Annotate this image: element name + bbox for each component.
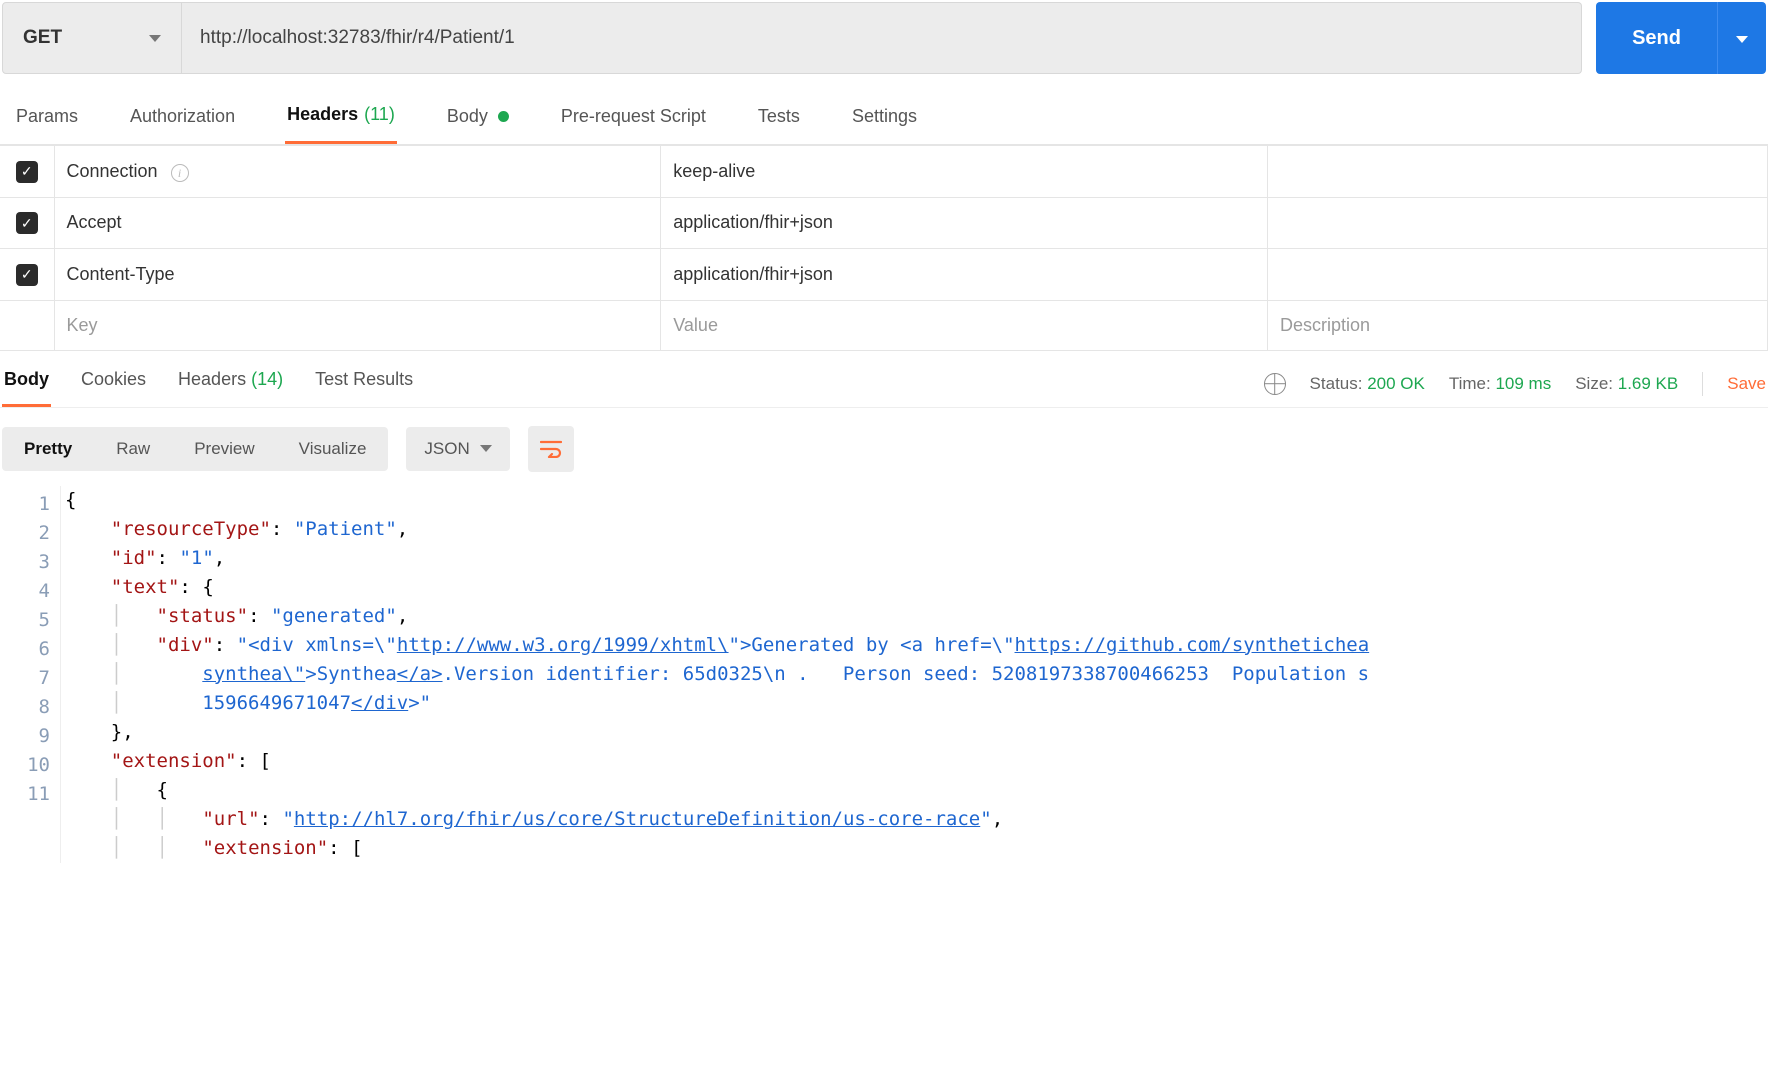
tab-headers-label: Headers [287, 104, 358, 125]
header-value: keep-alive [673, 161, 755, 181]
header-desc-cell[interactable] [1268, 249, 1768, 301]
tab-headers[interactable]: Headers (11) [285, 98, 397, 144]
response-body: 1234567891011 { "resourceType": "Patient… [0, 486, 1768, 863]
line-gutter: 1234567891011 [0, 486, 60, 863]
resp-tab-test-results[interactable]: Test Results [313, 361, 415, 407]
method-select[interactable]: GET [2, 2, 182, 74]
body-dirty-dot-icon [498, 111, 509, 122]
time-group: Time: 109 ms [1449, 374, 1551, 394]
resp-tab-headers-label: Headers [178, 369, 246, 389]
wrap-lines-button[interactable] [528, 426, 574, 472]
header-desc-cell[interactable] [1268, 197, 1768, 249]
wrap-icon [540, 440, 562, 458]
divider [1702, 372, 1703, 396]
view-visualize-button[interactable]: Visualize [277, 427, 389, 471]
globe-icon[interactable] [1264, 373, 1286, 395]
status-group: Status: 200 OK [1310, 374, 1425, 394]
resp-headers-count: (14) [251, 369, 283, 389]
tab-params[interactable]: Params [14, 98, 80, 144]
view-raw-button[interactable]: Raw [94, 427, 172, 471]
request-tabs: Params Authorization Headers (11) Body P… [0, 76, 1768, 145]
view-mode-row: Pretty Raw Preview Visualize JSON [0, 408, 1768, 486]
url-input-wrap [182, 2, 1582, 74]
format-select[interactable]: JSON [406, 427, 509, 471]
method-value: GET [23, 27, 62, 49]
size-group: Size: 1.69 KB [1575, 374, 1678, 394]
new-header-key-input[interactable] [67, 315, 649, 336]
header-value-cell[interactable]: keep-alive [661, 146, 1268, 198]
info-icon[interactable]: i [171, 164, 189, 182]
header-value-cell[interactable]: application/fhir+json [661, 249, 1268, 301]
new-header-value-input[interactable] [673, 315, 1255, 336]
code-content[interactable]: { "resourceType": "Patient", "id": "1", … [60, 486, 1768, 863]
view-pretty-button[interactable]: Pretty [2, 427, 94, 471]
size-value: 1.69 KB [1618, 374, 1679, 393]
headers-count: (11) [364, 104, 395, 125]
time-label: Time: [1449, 374, 1491, 393]
checkbox[interactable]: ✓ [16, 264, 38, 286]
header-key-cell[interactable]: Accept [54, 197, 661, 249]
chevron-down-icon [1736, 36, 1748, 43]
header-value-cell[interactable]: application/fhir+json [661, 197, 1268, 249]
header-value: application/fhir+json [673, 264, 833, 284]
tab-authorization[interactable]: Authorization [128, 98, 237, 144]
tab-tests[interactable]: Tests [756, 98, 802, 144]
tab-body[interactable]: Body [445, 98, 511, 144]
header-key: Accept [67, 212, 122, 232]
send-button[interactable]: Send [1596, 2, 1717, 74]
header-key-cell[interactable]: Content-Type [54, 249, 661, 301]
resp-tab-headers[interactable]: Headers (14) [176, 361, 285, 407]
view-preview-button[interactable]: Preview [172, 427, 276, 471]
tab-body-label: Body [447, 106, 488, 127]
url-input[interactable] [200, 3, 1563, 73]
header-desc-cell[interactable] [1268, 146, 1768, 198]
send-dropdown-button[interactable] [1717, 2, 1766, 74]
chevron-down-icon [149, 35, 161, 42]
status-value: 200 OK [1367, 374, 1425, 393]
table-row: ✓ Accept application/fhir+json [0, 197, 1768, 249]
resp-tab-cookies[interactable]: Cookies [79, 361, 148, 407]
tab-pre-request-script[interactable]: Pre-request Script [559, 98, 708, 144]
new-header-desc-input[interactable] [1280, 315, 1755, 336]
headers-table: ✓ Connection i keep-alive ✓ Accept appli… [0, 145, 1768, 351]
format-value: JSON [424, 439, 469, 459]
resp-tab-body[interactable]: Body [2, 361, 51, 407]
response-bar: Body Cookies Headers (14) Test Results S… [0, 351, 1768, 408]
table-row: ✓ Connection i keep-alive [0, 146, 1768, 198]
header-key: Connection [67, 161, 158, 181]
response-meta: Status: 200 OK Time: 109 ms Size: 1.69 K… [1264, 372, 1768, 396]
table-row: ✓ Content-Type application/fhir+json [0, 249, 1768, 301]
tab-settings[interactable]: Settings [850, 98, 919, 144]
view-mode-segment: Pretty Raw Preview Visualize [2, 427, 388, 471]
chevron-down-icon [480, 445, 492, 452]
request-bar: GET Send [0, 0, 1768, 76]
header-key: Content-Type [67, 264, 175, 284]
time-value: 109 ms [1495, 374, 1551, 393]
send-button-group: Send [1596, 2, 1766, 74]
save-response-button[interactable]: Save [1727, 374, 1766, 394]
status-label: Status: [1310, 374, 1363, 393]
response-tabs: Body Cookies Headers (14) Test Results [0, 361, 415, 407]
checkbox[interactable]: ✓ [16, 212, 38, 234]
size-label: Size: [1575, 374, 1613, 393]
header-value: application/fhir+json [673, 212, 833, 232]
table-row-empty [0, 300, 1768, 350]
checkbox[interactable]: ✓ [16, 161, 38, 183]
header-key-cell[interactable]: Connection i [54, 146, 661, 198]
